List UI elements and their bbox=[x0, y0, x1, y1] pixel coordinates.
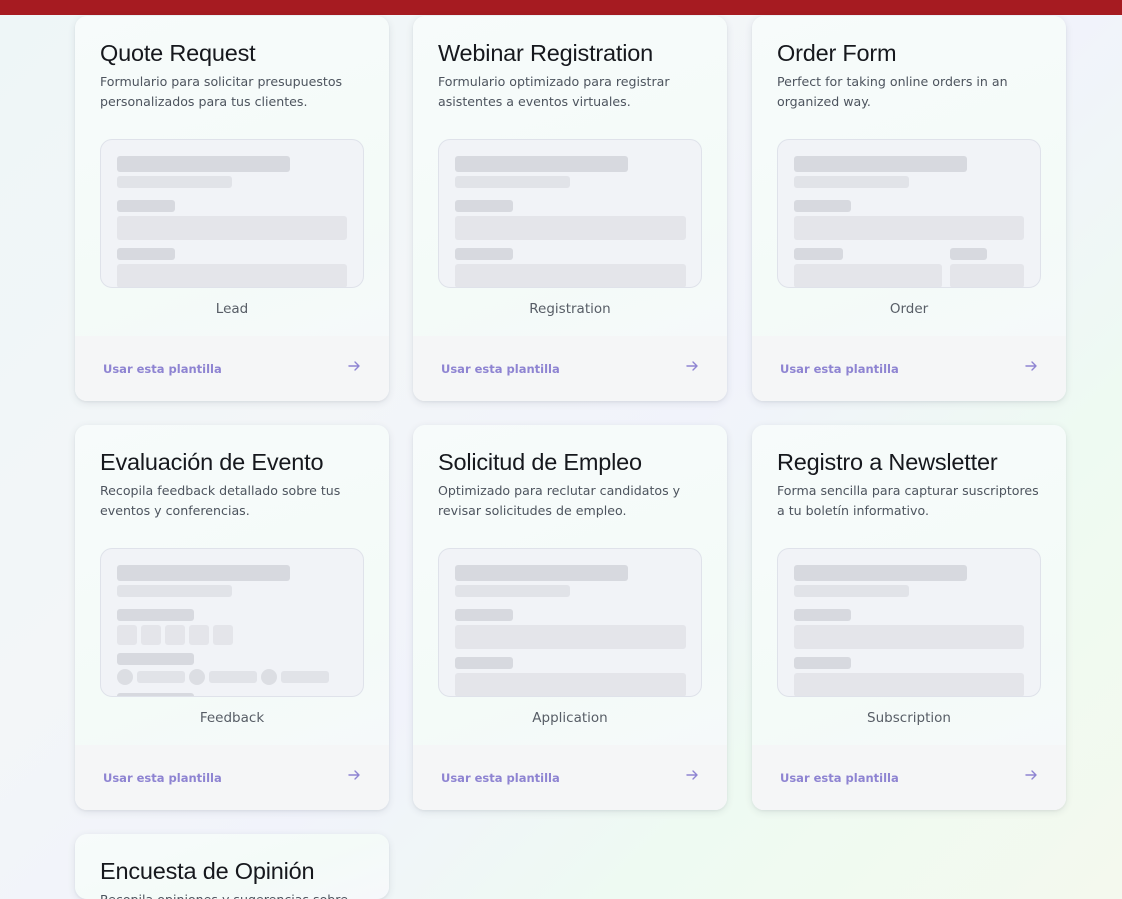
template-card-order-form[interactable]: Order Form Perfect for taking online ord… bbox=[752, 16, 1066, 401]
card-category: Application bbox=[532, 710, 608, 726]
card-title: Encuesta de Opinión bbox=[100, 858, 315, 884]
card-category: Feedback bbox=[199, 710, 265, 726]
form-preview bbox=[438, 139, 702, 288]
card-description: Recopila opiniones y sugerencias sobre bbox=[100, 890, 362, 899]
use-template-link[interactable]: Usar esta plantilla bbox=[103, 362, 222, 376]
template-card-encuesta-de-opinion[interactable]: Encuesta de Opinión Recopila opiniones y… bbox=[75, 834, 389, 899]
card-description: Formulario optimizado para registrar asi… bbox=[438, 74, 670, 109]
arrow-right-icon[interactable] bbox=[685, 768, 699, 782]
template-card-evaluacion-de-evento[interactable]: Evaluación de Evento Recopila feedback d… bbox=[75, 425, 389, 810]
card-title: Registro a Newsletter bbox=[777, 449, 998, 475]
card-footer[interactable]: Usar esta plantilla bbox=[752, 336, 1066, 401]
use-template-link[interactable]: Usar esta plantilla bbox=[441, 771, 560, 785]
card-title: Webinar Registration bbox=[438, 40, 654, 66]
form-preview bbox=[777, 139, 1041, 288]
template-card-registro-a-newsletter[interactable]: Registro a Newsletter Forma sencilla par… bbox=[752, 425, 1066, 810]
use-template-link[interactable]: Usar esta plantilla bbox=[780, 362, 899, 376]
form-preview bbox=[438, 548, 702, 697]
arrow-right-icon[interactable] bbox=[347, 359, 361, 373]
card-category: Registration bbox=[529, 301, 611, 317]
card-description: Perfect for taking online orders in an o… bbox=[777, 74, 1008, 109]
card-footer[interactable]: Usar esta plantilla bbox=[413, 745, 727, 810]
card-footer[interactable]: Usar esta plantilla bbox=[75, 745, 389, 810]
template-card-quote-request[interactable]: Quote Request Formulario para solicitar … bbox=[75, 16, 389, 401]
arrow-right-icon[interactable] bbox=[347, 768, 361, 782]
use-template-link[interactable]: Usar esta plantilla bbox=[441, 362, 560, 376]
card-title: Solicitud de Empleo bbox=[438, 449, 642, 475]
arrow-right-icon[interactable] bbox=[1024, 768, 1038, 782]
card-category: Subscription bbox=[867, 710, 951, 726]
use-template-link[interactable]: Usar esta plantilla bbox=[103, 771, 222, 785]
form-preview bbox=[777, 548, 1041, 697]
card-category: Lead bbox=[215, 301, 249, 317]
arrow-right-icon[interactable] bbox=[685, 359, 699, 373]
card-title: Order Form bbox=[777, 40, 897, 66]
card-description: Forma sencilla para capturar suscriptore… bbox=[777, 483, 1039, 518]
card-description: Optimizado para reclutar candidatos y re… bbox=[438, 483, 681, 518]
card-footer[interactable]: Usar esta plantilla bbox=[413, 336, 727, 401]
arrow-right-icon[interactable] bbox=[1024, 359, 1038, 373]
card-title: Quote Request bbox=[100, 40, 256, 66]
card-description: Recopila feedback detallado sobre tus ev… bbox=[100, 483, 341, 518]
card-description: Formulario para solicitar presupuestos p… bbox=[100, 74, 343, 109]
template-card-webinar-registration[interactable]: Webinar Registration Formulario optimiza… bbox=[413, 16, 727, 401]
card-footer[interactable]: Usar esta plantilla bbox=[75, 336, 389, 401]
template-card-solicitud-de-empleo[interactable]: Solicitud de Empleo Optimizado para recl… bbox=[413, 425, 727, 810]
form-preview bbox=[100, 139, 364, 288]
use-template-link[interactable]: Usar esta plantilla bbox=[780, 771, 899, 785]
form-preview bbox=[100, 548, 364, 697]
card-footer[interactable]: Usar esta plantilla bbox=[752, 745, 1066, 810]
card-title: Evaluación de Evento bbox=[100, 449, 324, 475]
card-category: Order bbox=[889, 301, 929, 317]
top-banner bbox=[0, 0, 1122, 15]
